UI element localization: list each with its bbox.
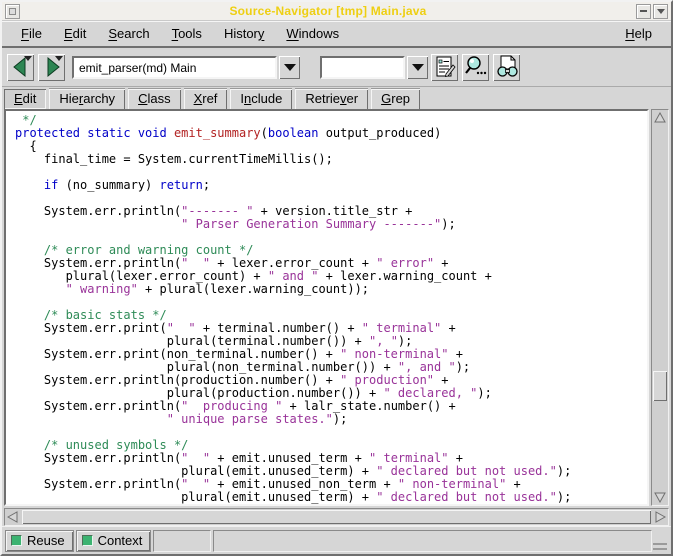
vertical-scrollbar[interactable] [651, 109, 669, 506]
view-tabbar: EditHierarchyClassXrefIncludeRetrieverGr… [2, 87, 671, 109]
scroll-right-button[interactable] [652, 509, 668, 525]
window-title: Source-Navigator [tmp] Main.java [21, 4, 635, 18]
menu-right: Help [616, 23, 661, 44]
tab-class[interactable]: Class [128, 88, 181, 109]
symbol-combobox-arrow-button[interactable] [279, 56, 300, 79]
menu-help[interactable]: Help [616, 23, 661, 44]
reuse-toggle-button[interactable]: Reuse [5, 530, 74, 552]
forward-dropdown-icon [55, 56, 63, 61]
context-toggle-button[interactable]: Context [76, 530, 152, 552]
symbol-combobox: emit_parser(md) Main [72, 56, 300, 79]
grep-binoculars-icon [494, 54, 520, 80]
minimize-icon [640, 10, 647, 12]
editor-area: */protected static void emit_summary(boo… [2, 109, 671, 506]
tab-edit[interactable]: Edit [4, 89, 46, 109]
menu-left: FileEditSearchToolsHistoryWindows [12, 23, 616, 44]
chevron-down-icon [284, 64, 296, 71]
scroll-down-button[interactable] [652, 489, 668, 505]
horizontal-scroll-thumb[interactable] [22, 510, 651, 524]
menu-file[interactable]: File [12, 23, 51, 44]
search-combobox-value[interactable] [320, 56, 405, 79]
left-arrow-icon [7, 511, 19, 523]
window-menu-button[interactable] [5, 4, 20, 19]
down-arrow-icon [654, 491, 666, 503]
maximize-button[interactable] [653, 4, 668, 19]
reuse-label: Reuse [27, 533, 65, 548]
minimize-button[interactable] [636, 4, 651, 19]
tab-grep[interactable]: Grep [371, 88, 420, 109]
back-dropdown-icon [24, 56, 32, 61]
search-button[interactable] [462, 54, 489, 81]
tab-hierarchy[interactable]: Hierarchy [49, 88, 125, 109]
status-panel-message [213, 530, 652, 552]
vertical-scroll-trough[interactable] [652, 126, 668, 489]
scroll-left-button[interactable] [5, 509, 21, 525]
reuse-indicator-icon [11, 535, 22, 546]
menu-tools[interactable]: Tools [163, 23, 211, 44]
search-combobox-arrow-button[interactable] [407, 56, 428, 79]
status-panel-left [153, 530, 211, 552]
history-back-button[interactable] [7, 54, 34, 81]
code-line: " warning" + plural(lexer.warning_count)… [15, 283, 647, 296]
toolbar: emit_parser(md) Main [2, 48, 671, 87]
window-menu-icon [9, 8, 16, 15]
grep-button[interactable] [493, 54, 520, 81]
menu-edit[interactable]: Edit [55, 23, 95, 44]
scroll-up-button[interactable] [652, 110, 668, 126]
tab-xref[interactable]: Xref [184, 88, 228, 109]
search-combobox [320, 56, 428, 79]
vertical-scroll-thumb[interactable] [653, 371, 667, 401]
code-editor[interactable]: */protected static void emit_summary(boo… [4, 109, 649, 506]
code-line: plural(emit.unused_term) + " declared bu… [15, 491, 647, 504]
context-indicator-icon [82, 535, 93, 546]
context-label: Context [98, 533, 143, 548]
chevron-down-icon [412, 64, 424, 71]
code-line: protected static void emit_summary(boole… [15, 127, 647, 140]
app-window: Source-Navigator [tmp] Main.java FileEdi… [0, 0, 673, 556]
menubar: FileEditSearchToolsHistoryWindows Help [2, 21, 671, 48]
code-line: if (no_summary) return; [15, 179, 647, 192]
resize-grip[interactable] [653, 543, 667, 550]
statusbar: Reuse Context [2, 526, 671, 554]
up-arrow-icon [654, 112, 666, 124]
tab-retriever[interactable]: Retriever [295, 88, 368, 109]
editor-button[interactable] [431, 54, 458, 81]
menu-windows[interactable]: Windows [277, 23, 348, 44]
menu-history[interactable]: History [215, 23, 273, 44]
maximize-icon [657, 9, 665, 14]
code-line: " unique parse states."); [15, 413, 647, 426]
titlebar: Source-Navigator [tmp] Main.java [2, 2, 671, 21]
tab-include[interactable]: Include [230, 88, 292, 109]
magnifier-icon [463, 54, 489, 80]
code-line: final_time = System.currentTimeMillis(); [15, 153, 647, 166]
history-forward-button[interactable] [38, 54, 65, 81]
symbol-combobox-value[interactable]: emit_parser(md) Main [72, 56, 277, 79]
editor-document-icon [432, 54, 458, 80]
menu-search[interactable]: Search [99, 23, 158, 44]
horizontal-scrollbar[interactable] [4, 508, 669, 526]
code-line: " Parser Generation Summary -------"); [15, 218, 647, 231]
right-arrow-icon [654, 511, 666, 523]
